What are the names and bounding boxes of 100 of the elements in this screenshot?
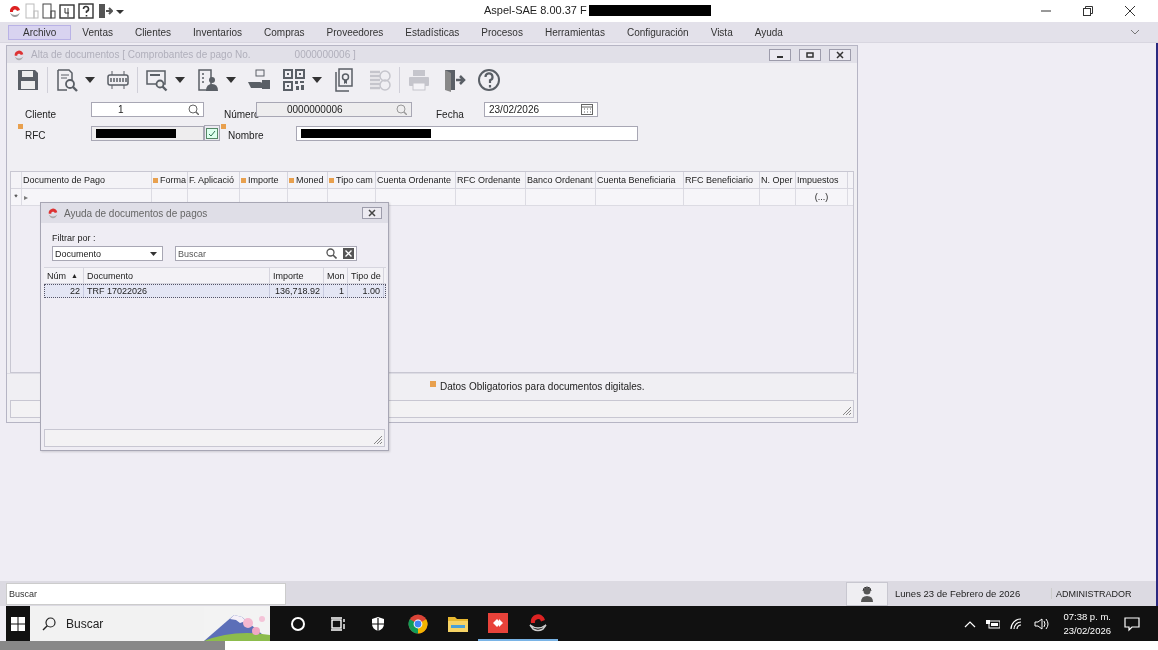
menu-item[interactable]: Archivo [8,24,72,40]
search-field[interactable]: Buscar [175,246,357,261]
circle-icon[interactable] [290,615,306,632]
required-marker [430,381,436,387]
clock-date[interactable]: 23/02/2026 [1063,623,1111,638]
maximize-button[interactable] [799,48,821,61]
field-label: RFC [25,130,46,141]
app-shortcut-icon[interactable] [488,612,508,633]
column-header[interactable]: RFC Ordenante [456,172,526,188]
fecha-field[interactable]: 23/02/2026 [484,101,598,117]
shield-icon[interactable] [370,615,386,632]
chevron-up-icon[interactable] [964,619,977,628]
filter-label: Filtrar por : [51,233,97,243]
document-search-icon[interactable] [55,68,79,92]
chevron-icon[interactable] [1130,28,1140,36]
menu-item[interactable]: Ayuda [743,24,794,40]
screen-search-icon[interactable] [145,68,169,92]
search-field[interactable]: Buscar [6,582,286,605]
close-icon[interactable] [1124,5,1136,17]
caret-icon[interactable] [150,251,157,256]
app-logo-icon[interactable] [528,613,548,632]
task-view-icon[interactable] [330,615,346,632]
exit-icon[interactable] [97,3,113,19]
column-header[interactable]: Forma [152,172,188,188]
dialog-title: Ayuda de documentos de pagos [64,207,208,219]
menu-item[interactable]: Clientes [123,24,183,40]
calendar-icon[interactable] [581,103,593,115]
column-header[interactable]: Moned [288,172,328,188]
search-icon[interactable] [326,248,337,259]
volume-icon[interactable] [1034,616,1051,631]
search-icon[interactable] [188,103,199,115]
column-header[interactable]: Importe [240,172,288,188]
taxes-button[interactable]: (...) [814,192,829,202]
menu-item[interactable]: Ventas [71,24,124,40]
column-header[interactable]: Documento [84,268,270,283]
person-document-icon[interactable] [196,68,220,92]
battery-icon[interactable] [986,618,1001,629]
resize-grip-icon[interactable] [842,406,852,416]
column-header[interactable]: F. Aplicació [188,172,240,188]
exit-icon[interactable] [442,68,466,92]
column-header[interactable]: Mon [324,268,348,283]
status-user: ADMINISTRADOR [1055,588,1133,599]
search-icon [42,616,56,631]
caret-icon[interactable] [85,77,95,83]
column-header[interactable]: RFC Beneficiario [684,172,760,188]
caret-icon[interactable] [116,8,124,14]
rfc-field[interactable] [91,125,204,141]
menu-item[interactable]: Inventarios [182,24,253,40]
caret-icon[interactable] [175,77,185,83]
minimize-button[interactable] [769,48,791,61]
clock-time[interactable]: 07:38 p. m. [1063,609,1111,624]
chrome-icon[interactable] [408,613,428,634]
hand-money-icon[interactable] [247,68,271,92]
legend-text: Datos Obligatorios para documentos digitales. [440,380,645,392]
menu-item[interactable]: Procesos [470,24,534,40]
taskbar-search-field[interactable]: Buscar [30,606,270,641]
support-button[interactable] [846,581,888,606]
folder-icon[interactable] [448,615,468,632]
cliente-field[interactable]: 1 [91,101,204,117]
caret-icon[interactable] [226,77,236,83]
save-icon[interactable] [16,68,40,92]
column-header[interactable]: Banco Ordenant [526,172,596,188]
help-icon[interactable] [477,68,501,92]
menu-item[interactable]: Configuración [615,24,700,40]
table-cell: 1.00 [348,284,384,298]
close-button[interactable] [362,207,382,219]
resize-grip-icon[interactable] [373,435,383,445]
search-input[interactable]: Buscar [176,248,320,259]
app-logo-icon [47,207,59,219]
menu-item[interactable]: Vista [699,24,744,40]
numero-field[interactable]: 0000000006 [256,101,412,117]
menu-item[interactable]: Herramientas [533,24,616,40]
column-header[interactable]: N. Oper [760,172,796,188]
clear-icon[interactable] [343,248,354,259]
column-header[interactable]: Documento de Pago [22,172,152,188]
column-header[interactable]: Tipo de [348,268,384,283]
menu-item[interactable]: Estadísticas [394,24,471,40]
column-header[interactable]: Impuestos [796,172,848,188]
filter-dropdown[interactable]: Documento [52,246,163,261]
counter-icon[interactable] [106,68,130,92]
column-header[interactable]: Cuenta Beneficiaria [596,172,684,188]
column-header[interactable]: Tipo cam [328,172,376,188]
qr-code-icon[interactable] [282,68,306,92]
menu-item[interactable]: Compras [253,24,316,40]
windows-start-icon[interactable] [11,616,25,631]
close-button[interactable] [829,48,851,61]
notification-icon[interactable] [1124,615,1140,632]
help-icon[interactable] [78,3,94,19]
window-title: Aspel-SAE 8.00.37 F [484,4,587,16]
nombre-field[interactable] [296,125,638,141]
column-header[interactable]: Importe [270,268,324,283]
lookup-button[interactable] [204,125,220,141]
caret-icon[interactable] [312,77,322,83]
building-icon[interactable] [42,3,56,19]
result-row[interactable]: 22 TRF 17022026 136,718.92 1 1.00 [44,284,386,298]
restore-icon[interactable] [1082,5,1094,17]
app-logo-icon [13,48,25,61]
calendar-icon[interactable] [59,3,75,19]
menu-item[interactable]: Proveedores [315,24,395,40]
column-header[interactable]: Cuenta Ordenante [376,172,456,188]
